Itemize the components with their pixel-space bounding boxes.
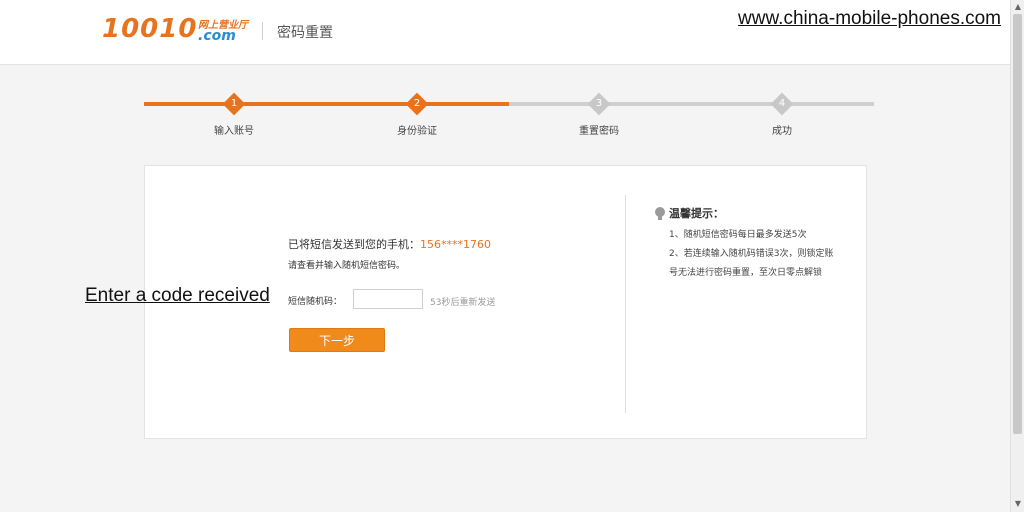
- step-1-label: 输入账号: [214, 126, 254, 137]
- vertical-scrollbar[interactable]: ▲ ▼: [1010, 0, 1024, 512]
- step-3-marker: 3: [587, 92, 611, 116]
- step-1-marker: 1: [222, 92, 246, 116]
- step-1: 1 输入账号: [174, 92, 294, 137]
- masked-phone-number: 156****1760: [420, 238, 491, 251]
- scroll-up-icon[interactable]: ▲: [1012, 1, 1024, 13]
- step-2: 2 身份验证: [357, 92, 477, 137]
- logo-number: 10010: [102, 14, 198, 44]
- step-4: 4 成功: [722, 92, 842, 137]
- instruction-text: 请查看并输入随机短信密码。: [288, 261, 406, 271]
- page-title: 密码重置: [277, 25, 333, 41]
- next-step-button[interactable]: 下一步: [289, 328, 385, 352]
- watermark: www.china-mobile-phones.com: [738, 8, 1001, 29]
- logo-domain: .com: [198, 28, 236, 44]
- step-1-number: 1: [230, 98, 238, 109]
- tips-title: 温馨提示：: [669, 207, 724, 220]
- tip-item-2: 2、若连续输入随机码错误3次，则锁定账号无法进行密码重置，至次日零点解锁: [669, 249, 834, 278]
- step-3: 3 重置密码: [539, 92, 659, 137]
- header-divider: [262, 22, 263, 40]
- scroll-down-icon[interactable]: ▼: [1012, 498, 1024, 510]
- step-2-marker: 2: [405, 92, 429, 116]
- sms-code-input[interactable]: [353, 289, 423, 309]
- step-3-label: 重置密码: [579, 126, 619, 137]
- step-3-number: 3: [595, 98, 603, 109]
- step-2-label: 身份验证: [397, 126, 437, 137]
- step-4-label: 成功: [772, 126, 792, 137]
- resend-countdown: 53秒后重新发送: [430, 298, 496, 308]
- lightbulb-icon: [655, 207, 665, 220]
- sms-sent-text: 已将短信发送到您的手机：: [288, 238, 420, 251]
- scroll-thumb[interactable]: [1013, 14, 1022, 434]
- sms-code-label: 短信随机码：: [288, 297, 343, 307]
- step-4-marker: 4: [770, 92, 794, 116]
- tip-item-1: 1、随机短信密码每日最多发送5次: [669, 230, 807, 240]
- sms-sent-message: 已将短信发送到您的手机：156****1760: [288, 236, 491, 252]
- step-2-number: 2: [413, 98, 421, 109]
- progress-steps: 1 输入账号 2 身份验证 3 重置密码 4 成功: [144, 92, 874, 138]
- annotation-caption: Enter a code received: [85, 285, 270, 306]
- panel-divider: [625, 195, 626, 413]
- step-4-number: 4: [778, 98, 786, 109]
